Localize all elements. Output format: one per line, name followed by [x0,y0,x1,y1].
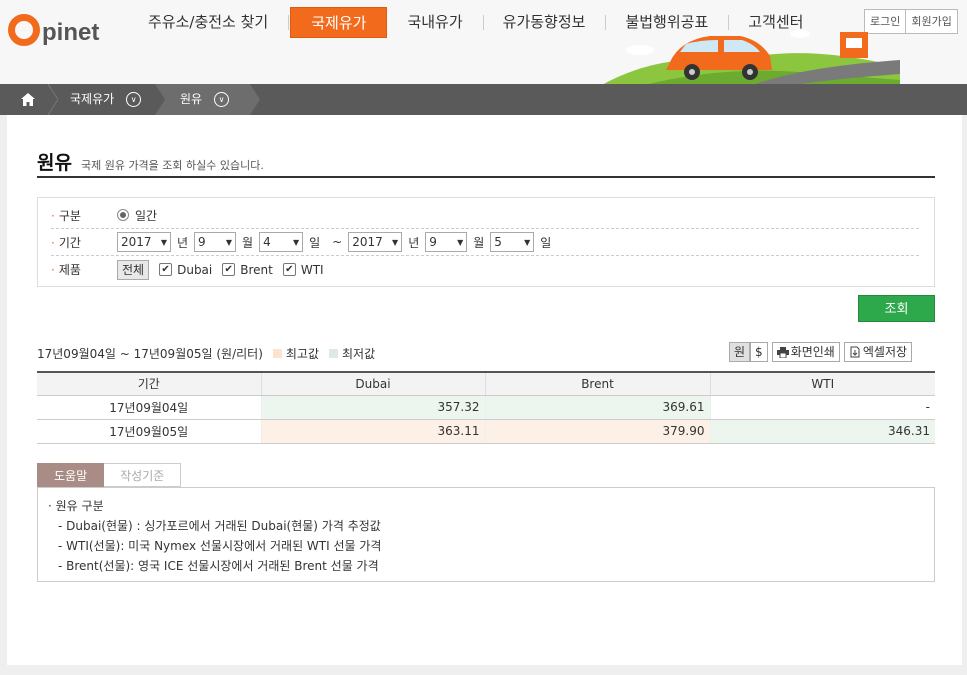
period-tilde: ~ [332,235,343,249]
table-row: 17년09월04일 357.32 369.61 - [37,395,935,420]
currency-won-button[interactable]: 원 [729,342,751,362]
range-text: 17년09월04일 ~ 17년09월05일 (원/리터) [37,347,263,361]
start-year-unit: 년 [177,235,189,250]
help-line-wti: - WTI(선물): 미국 Nymex 선물시장에서 거래된 WTI 선물 가격 [58,539,382,553]
nav-item-domestic-oil-price[interactable]: 국내유가 [387,7,484,38]
cell-date: 17년09월05일 [37,419,261,444]
help-line-dubai: - Dubai(현물) : 싱가포르에서 거래된 Dubai(현물) 가격 추정… [58,519,381,533]
help-tabs: 도움말 작성기준 [37,463,182,487]
home-icon [21,93,35,106]
main-content: 원유 국제 원유 가격을 조회 하실수 있습니다. · 구분 일간 · 기간 201… [7,115,962,665]
period-label: · 기간 [51,235,81,250]
legend-high-swatch [272,349,282,358]
end-month-select[interactable]: 9 ▼ [425,232,468,252]
car-illustration [600,30,900,86]
product-brent-label: Brent [240,262,273,277]
nav-item-station-search[interactable]: 주유소/충전소 찾기 [128,7,290,38]
opinet-logo[interactable]: pinet [8,6,99,46]
currency-usd-button[interactable]: $ [750,342,768,362]
end-year-select[interactable]: 2017 ▼ [348,232,403,252]
cell-dubai: 357.32 [260,395,485,420]
product-dubai[interactable]: ✔ Dubai [159,263,212,277]
breadcrumb-separator [48,84,58,115]
search-row-type: · 구분 일간 [51,202,919,229]
daily-radio[interactable] [117,209,129,221]
help-panel: · 원유 구분 - Dubai(현물) : 싱가포르에서 거래된 Dubai(현… [37,487,935,582]
breadcrumb-level2-label: 원유 [180,92,203,106]
chevron-down-icon[interactable]: ∨ [126,92,142,107]
page-description: 국제 원유 가격을 조회 하실수 있습니다. [80,159,264,172]
chevron-down-icon[interactable]: ∨ [214,92,230,107]
excel-button-label: 엑셀저장 [862,345,908,359]
header-wti: WTI [709,371,935,396]
product-label: · 제품 [51,263,81,277]
help-heading: · 원유 구분 [48,499,104,513]
product-wti-label: WTI [300,262,324,277]
legend-high-label: 최고값 [285,347,320,361]
end-year-unit: 년 [408,235,420,250]
page-title-row: 원유 국제 원유 가격을 조회 하실수 있습니다. [37,148,935,178]
breadcrumb-level1[interactable]: 국제유가 ∨ [70,84,142,115]
start-month-select[interactable]: 9 ▼ [194,232,237,252]
table-row: 17년09월05일 363.11 379.90 346.31 [37,419,935,444]
end-day-select[interactable]: 5 ▼ [490,232,535,252]
legend-low-swatch [329,349,339,358]
nav-item-price-trend[interactable]: 유가동향정보 [483,7,607,38]
download-icon [850,346,860,358]
join-button[interactable]: 회원가입 [906,9,958,34]
product-brent[interactable]: ✔ Brent [222,263,273,277]
daily-radio-label: 일간 [135,208,158,223]
cell-brent: 369.61 [484,395,710,420]
type-label: · 구분 [51,208,81,223]
help-line-brent: - Brent(선물): 영국 ICE 선물시장에서 거래된 Brent 선물 … [58,559,379,573]
checkbox-brent[interactable]: ✔ [222,263,236,276]
header-brent: Brent [484,371,710,396]
query-button[interactable]: 조회 [858,295,935,322]
end-day-unit: 일 [540,235,552,250]
home-link[interactable] [8,84,48,115]
legend-low-label: 최저값 [342,347,376,361]
nav-item-intl-oil-price[interactable]: 국제유가 [290,7,388,38]
search-row-product: · 제품 전체 ✔ Dubai ✔ Brent ✔ WTI [51,256,919,283]
table-header-row: 기간 Dubai Brent WTI [37,371,935,396]
cell-dubai: 363.11 [260,419,485,444]
cell-wti: 346.31 [709,419,935,444]
start-month-unit: 월 [242,235,254,250]
site-header: pinet 주유소/충전소 찾기 국제유가 국내유가 유가동향정보 불법행위공표… [0,0,967,86]
end-month-unit: 월 [473,235,485,250]
price-table: 기간 Dubai Brent WTI 17년09월04일 357.32 369.… [37,371,935,444]
product-wti[interactable]: ✔ WTI [282,262,324,277]
excel-button[interactable]: 엑셀저장 [843,342,913,362]
page-title: 원유 [37,152,72,174]
print-button-label: 화면인쇄 [790,345,835,359]
checkbox-dubai[interactable]: ✔ [159,263,173,276]
search-row-period: · 기간 2017 ▼ 년 9 ▼ 월 4 ▼ 일 ~ 2017 ▼ 년 9 ▼ 월 5 ▼ … [51,229,919,256]
cell-date: 17년09월04일 [37,395,261,420]
search-form: · 구분 일간 · 기간 2017 ▼ 년 9 ▼ 월 4 ▼ 일 ~ 2017 ▼ 년 9… [37,197,935,287]
cell-brent: 379.90 [484,419,710,444]
breadcrumb: 국제유가 ∨ 원유 ∨ [0,84,967,115]
print-button[interactable]: 화면인쇄 [771,342,840,362]
header-period: 기간 [37,371,261,396]
header-dubai: Dubai [260,371,485,396]
start-year-select[interactable]: 2017 ▼ [117,232,171,252]
product-dubai-label: Dubai [177,262,213,277]
breadcrumb-level2[interactable]: 원유 ∨ [180,84,230,115]
tab-help[interactable]: 도움말 [37,463,105,487]
tab-criteria[interactable]: 작성기준 [104,463,182,487]
result-range-info: 17년09월04일 ~ 17년09월05일 (원/리터) 최고값 최저값 [37,345,375,362]
checkbox-wti[interactable]: ✔ [282,263,296,276]
select-all-button[interactable]: 전체 [117,259,150,280]
result-tools: 원 $ 화면인쇄 엑셀저장 [729,342,913,362]
printer-icon [776,346,789,358]
cell-wti: - [709,395,935,420]
logo-o-mark [8,14,40,46]
start-day-unit: 일 [309,235,321,250]
start-day-select[interactable]: 4 ▼ [259,232,304,252]
logo-text: pinet [42,19,100,46]
breadcrumb-level1-label: 국제유가 [70,92,115,106]
